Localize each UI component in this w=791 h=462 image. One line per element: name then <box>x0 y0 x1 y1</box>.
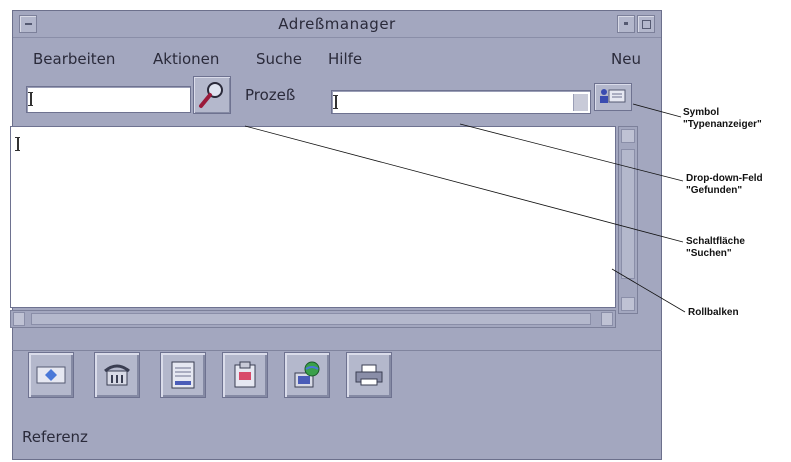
callout-dropdown: Drop-down-Feld "Gefunden" <box>686 173 763 197</box>
callout-type-indicator-line1: Symbol <box>683 107 720 118</box>
callout-scrollbar: Rollbalken <box>688 307 739 319</box>
callout-lines <box>244 103 686 313</box>
callout-dropdown-line1: Drop-down-Feld <box>686 173 763 184</box>
callout-type-indicator: Symbol "Typenanzeiger" <box>683 107 762 131</box>
callout-search-button-line2: "Suchen" <box>686 248 732 259</box>
callout-type-indicator-line2: "Typenanzeiger" <box>683 119 762 130</box>
callout-dropdown-line2: "Gefunden" <box>686 185 743 196</box>
callout-scrollbar-line1: Rollbalken <box>688 307 739 318</box>
callout-search-button-line1: Schaltfläche <box>686 236 745 247</box>
callout-search-button: Schaltfläche "Suchen" <box>686 236 745 260</box>
